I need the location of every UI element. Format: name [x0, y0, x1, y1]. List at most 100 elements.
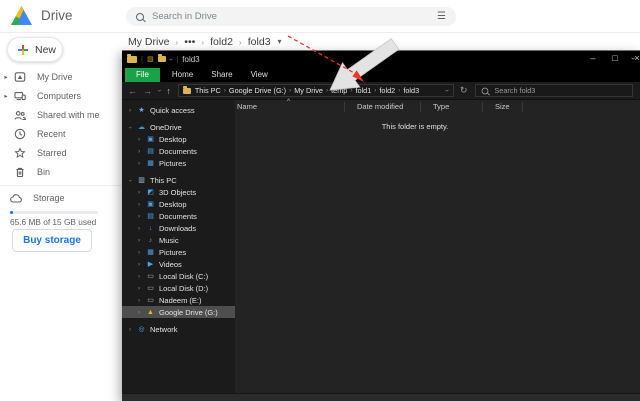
tree-item-videos[interactable]: › ▶ Videos	[122, 258, 235, 270]
ribbon-tab-file[interactable]: File	[125, 68, 160, 82]
address-path-temp[interactable]: temp	[331, 86, 347, 95]
sidebar-item-my-drive[interactable]: ▸ My Drive	[0, 67, 122, 86]
tree-expand-icon[interactable]: ›	[136, 201, 142, 208]
breadcrumb-item-fold2[interactable]: fold2	[210, 36, 233, 48]
tree-item-label: Pictures	[159, 247, 187, 257]
breadcrumb-item-[interactable]: •••	[184, 36, 195, 48]
tree-item-quick-access[interactable]: › ★ Quick access	[122, 104, 235, 116]
sidebar-item-computers[interactable]: ▸ Computers	[0, 86, 122, 105]
expand-arrow-icon[interactable]: ▸	[3, 92, 9, 100]
new-button-label: New	[35, 43, 57, 56]
new-folder-icon[interactable]	[157, 54, 166, 62]
buy-storage-button[interactable]: Buy storage	[12, 229, 92, 252]
back-icon[interactable]: ←	[128, 86, 137, 96]
tree-expand-icon[interactable]: ›	[136, 189, 142, 196]
tree-item-this-pc[interactable]: › ▥ This PC	[122, 174, 235, 186]
tree-item-onedrive[interactable]: › ☁ OneDrive	[122, 121, 235, 133]
maximize-button[interactable]: □	[604, 51, 626, 67]
collapse-ribbon-icon[interactable]: ›	[629, 57, 638, 60]
sidebar-item-starred[interactable]: Starred	[0, 143, 122, 162]
tree-expand-icon[interactable]: ›	[136, 261, 142, 268]
tree-item-label: Music	[159, 235, 179, 245]
tree-expand-icon[interactable]: ›	[136, 273, 142, 280]
forward-icon[interactable]: →	[143, 86, 152, 96]
address-path-fold1[interactable]: fold1	[355, 86, 371, 95]
address-path-google-drive-g[interactable]: Google Drive (G:)	[229, 86, 286, 95]
breadcrumb-dropdown-icon[interactable]: ▾	[278, 37, 282, 46]
tree-expand-icon[interactable]: ›	[136, 297, 142, 304]
tree-item-pictures[interactable]: › ▦ Pictures	[122, 246, 235, 258]
tree-item-documents[interactable]: › ▤ Documents	[122, 210, 235, 222]
tree-expand-icon[interactable]: ›	[136, 160, 142, 167]
tree-item-local-disk-d[interactable]: › ▭ Local Disk (D:)	[122, 282, 235, 294]
tree-expand-icon[interactable]: ›	[127, 177, 134, 183]
monitor-icon: ▣	[147, 200, 154, 208]
column-header-size[interactable]: Size	[483, 102, 523, 112]
expand-arrow-icon[interactable]: ▸	[3, 73, 9, 81]
tree-item-3d-objects[interactable]: › ◩ 3D Objects	[122, 186, 235, 198]
up-icon[interactable]: ↑	[166, 86, 171, 96]
search-options-icon[interactable]: ☰	[437, 11, 446, 22]
ribbon-tab-view[interactable]: View	[242, 68, 277, 82]
customize-toolbar-icon[interactable]: ›	[166, 58, 175, 61]
sidebar-item-recent[interactable]: Recent	[0, 124, 122, 143]
tree-item-nadeem-e[interactable]: › ▭ Nadeem (E:)	[122, 294, 235, 306]
recent-locations-icon[interactable]: ›	[156, 89, 163, 91]
disk-icon: ▭	[147, 272, 154, 280]
column-header-date-modified[interactable]: Date modified	[345, 102, 421, 112]
drive-icon	[13, 71, 26, 83]
tree-expand-icon[interactable]: ›	[136, 213, 142, 220]
refresh-icon[interactable]: ↻	[460, 85, 468, 96]
explorer-search-box[interactable]: Search fold3	[475, 84, 634, 97]
ribbon-tab-home[interactable]: Home	[163, 68, 202, 82]
address-bar[interactable]: This PC › Google Drive (G:) › My Drive › temp ›…	[177, 84, 454, 97]
drive-nav: ▸ My Drive ▸ Computers Shared with me Recent S…	[0, 67, 122, 181]
tree-expand-icon[interactable]: ›	[136, 237, 142, 244]
tree-item-desktop[interactable]: › ▣ Desktop	[122, 198, 235, 210]
tree-item-network[interactable]: › ◎ Network	[122, 323, 235, 335]
tree-expand-icon[interactable]: ›	[136, 148, 142, 155]
sidebar-item-label: Bin	[37, 166, 51, 177]
column-headers: ^ Name Date modified Type Size	[235, 98, 640, 114]
tree-expand-icon[interactable]: ›	[136, 136, 142, 143]
video-icon: ▶	[147, 260, 154, 268]
sidebar-item-shared-with-me[interactable]: Shared with me	[0, 105, 122, 124]
sidebar-item-bin[interactable]: Bin	[0, 162, 122, 181]
tree-item-documents[interactable]: › ▤ Documents	[122, 145, 235, 157]
breadcrumb-item-my-drive[interactable]: My Drive	[128, 36, 169, 48]
address-path-fold2[interactable]: fold2	[379, 86, 395, 95]
tree-item-downloads[interactable]: › ↓ Downloads	[122, 222, 235, 234]
tree-expand-icon[interactable]: ›	[136, 285, 142, 292]
tree-expand-icon[interactable]: ›	[127, 326, 133, 333]
tree-expand-icon[interactable]: ›	[136, 225, 142, 232]
address-history-icon[interactable]: ›	[443, 89, 452, 92]
minimize-button[interactable]: –	[582, 51, 604, 67]
tree-expand-icon[interactable]: ›	[136, 249, 142, 256]
tree-item-label: Desktop	[159, 134, 187, 144]
tree-expand-icon[interactable]: ›	[127, 107, 133, 114]
tree-item-desktop[interactable]: › ▣ Desktop	[122, 133, 235, 145]
tree-item-label: Network	[150, 324, 178, 334]
sidebar-item-storage[interactable]: Storage	[3, 189, 65, 207]
tree-expand-icon[interactable]: ›	[136, 309, 142, 316]
breadcrumb-item-fold3[interactable]: fold3	[248, 36, 271, 48]
objects3d-icon: ◩	[147, 188, 154, 196]
clock-icon	[13, 128, 26, 140]
drive-breadcrumb: My Drive › ••• › fold2 › fold3 ▾	[128, 33, 282, 50]
drive-logo-icon	[11, 5, 32, 26]
tree-item-music[interactable]: › ♪ Music	[122, 234, 235, 246]
explorer-titlebar[interactable]: | ▨ › | fold3 – □ ×	[122, 51, 640, 67]
address-path-this-pc[interactable]: This PC	[195, 86, 221, 95]
new-button[interactable]: New	[7, 37, 63, 62]
tree-item-pictures[interactable]: › ▦ Pictures	[122, 157, 235, 169]
tree-expand-icon[interactable]: ›	[127, 124, 134, 130]
drive-search-bar[interactable]: Search in Drive ☰	[126, 7, 456, 26]
address-path-my-drive[interactable]: My Drive	[294, 86, 323, 95]
ribbon-tab-share[interactable]: Share	[202, 68, 241, 82]
address-path-fold3[interactable]: fold3	[403, 86, 419, 95]
tree-item-local-disk-c[interactable]: › ▭ Local Disk (C:)	[122, 270, 235, 282]
properties-icon[interactable]: ▨	[147, 56, 154, 63]
sidebar-item-label: Starred	[37, 147, 67, 158]
tree-item-google-drive-g[interactable]: › ▲ Google Drive (G:)	[122, 306, 235, 318]
column-header-type[interactable]: Type	[421, 102, 483, 112]
